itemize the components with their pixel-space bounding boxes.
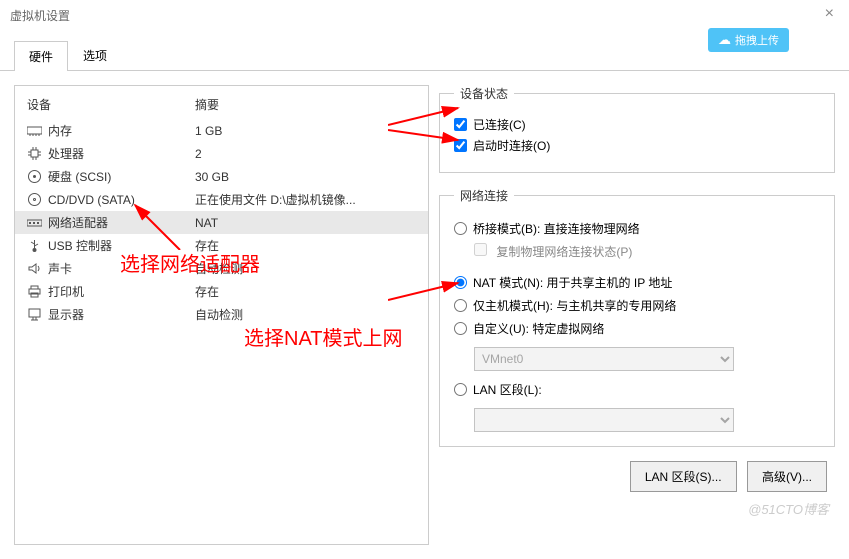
- device-status-legend: 设备状态: [454, 85, 514, 102]
- device-row-cpu[interactable]: 处理器 2: [15, 142, 428, 165]
- device-row-printer[interactable]: 打印机 存在: [15, 280, 428, 303]
- connected-row: 已连接(C): [454, 116, 820, 133]
- nat-row: NAT 模式(N): 用于共享主机的 IP 地址: [454, 274, 820, 291]
- watermark: @51CTO博客: [748, 499, 829, 518]
- printer-icon: [27, 285, 42, 298]
- sound-icon: [27, 262, 42, 275]
- device-status-group: 设备状态 已连接(C) 启动时连接(O): [439, 85, 835, 173]
- device-row-memory[interactable]: 内存 1 GB: [15, 119, 428, 142]
- device-row-display[interactable]: 显示器 自动检测: [15, 303, 428, 326]
- lan-segments-button[interactable]: LAN 区段(S)...: [630, 461, 737, 492]
- replicate-row: 复制物理网络连接状态(P): [474, 243, 820, 260]
- upload-badge[interactable]: ☁ 拖拽上传: [708, 28, 789, 52]
- custom-row: 自定义(U): 特定虚拟网络: [454, 320, 820, 337]
- cd-icon: [27, 193, 42, 206]
- hostonly-row: 仅主机模式(H): 与主机共享的专用网络: [454, 297, 820, 314]
- connected-checkbox[interactable]: [454, 118, 467, 131]
- cpu-icon: [27, 147, 42, 160]
- connect-at-poweron-checkbox[interactable]: [454, 139, 467, 152]
- settings-panel: 设备状态 已连接(C) 启动时连接(O) 网络连接 桥接模式(B): 直接连接物…: [439, 85, 835, 545]
- tab-options[interactable]: 选项: [68, 40, 122, 70]
- col-summary: 摘要: [195, 96, 428, 113]
- close-icon[interactable]: ×: [825, 5, 834, 23]
- advanced-button[interactable]: 高级(V)...: [747, 461, 827, 492]
- replicate-checkbox: [474, 243, 487, 256]
- network-connection-legend: 网络连接: [454, 187, 514, 204]
- device-row-usb[interactable]: USB 控制器 存在: [15, 234, 428, 257]
- device-row-disk[interactable]: 硬盘 (SCSI) 30 GB: [15, 165, 428, 188]
- title-bar: 虚拟机设置 ×: [0, 0, 849, 30]
- vmnet-select: VMnet0: [474, 347, 734, 371]
- device-list-header: 设备 摘要: [15, 86, 428, 119]
- nat-radio[interactable]: [454, 276, 467, 289]
- memory-icon: [27, 124, 42, 137]
- window-title: 虚拟机设置: [10, 7, 70, 24]
- lan-radio[interactable]: [454, 383, 467, 396]
- bridged-row: 桥接模式(B): 直接连接物理网络: [454, 220, 820, 237]
- device-list-panel: 设备 摘要 内存 1 GB 处理器 2 硬盘 (SCSI) 30 GB CD/D…: [14, 85, 429, 545]
- usb-icon: [27, 239, 42, 252]
- device-row-cd[interactable]: CD/DVD (SATA) 正在使用文件 D:\虚拟机镜像...: [15, 188, 428, 211]
- custom-radio[interactable]: [454, 322, 467, 335]
- lan-select: [474, 408, 734, 432]
- display-icon: [27, 308, 42, 321]
- lan-row: LAN 区段(L):: [454, 381, 820, 398]
- device-row-network[interactable]: 网络适配器 NAT: [15, 211, 428, 234]
- network-connection-group: 网络连接 桥接模式(B): 直接连接物理网络 复制物理网络连接状态(P) NAT…: [439, 187, 835, 447]
- hostonly-radio[interactable]: [454, 299, 467, 312]
- connect-at-poweron-row: 启动时连接(O): [454, 137, 820, 154]
- network-icon: [27, 216, 42, 229]
- cloud-icon: ☁: [718, 32, 731, 48]
- tab-hardware[interactable]: 硬件: [14, 41, 68, 71]
- disk-icon: [27, 170, 42, 183]
- upload-label: 拖拽上传: [735, 32, 779, 48]
- bridged-radio[interactable]: [454, 222, 467, 235]
- button-row: LAN 区段(S)... 高级(V)...: [439, 461, 835, 492]
- col-device: 设备: [15, 96, 195, 113]
- device-row-sound[interactable]: 声卡 自动检测: [15, 257, 428, 280]
